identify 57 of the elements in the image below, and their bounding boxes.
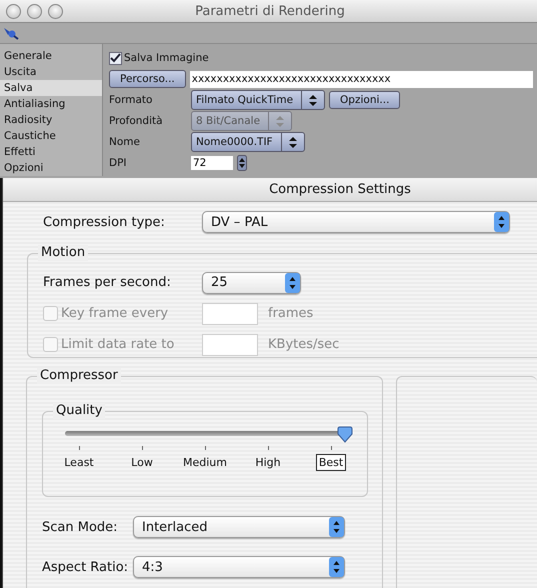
- stepper-icon[interactable]: [237, 155, 247, 171]
- slider-thumb[interactable]: [336, 426, 354, 444]
- tick-label: High: [254, 455, 282, 471]
- sidebar-item[interactable]: Opzioni: [0, 160, 102, 176]
- window-control-button[interactable]: [6, 4, 21, 18]
- popup-menu[interactable]: Interlaced: [133, 516, 345, 538]
- updown-icon: [494, 212, 509, 232]
- sidebar-item[interactable]: Generale: [0, 48, 102, 64]
- tick-label: Low: [130, 455, 154, 471]
- tick-label: Least: [63, 455, 95, 471]
- input-field[interactable]: [202, 302, 258, 324]
- window-title: Parametri di Rendering: [194, 4, 346, 18]
- window-control-button[interactable]: [48, 4, 63, 18]
- field-label: Profondità: [109, 115, 164, 127]
- options-button[interactable]: Opzioni...: [329, 91, 400, 109]
- unit-label: KBytes/sec: [268, 337, 340, 352]
- popup-menu[interactable]: Nome0000.TIF: [191, 132, 305, 152]
- tick-label: Medium: [182, 455, 228, 471]
- path-field[interactable]: xxxxxxxxxxxxxxxxxxxxxxxxxxxxxxxx: [190, 70, 533, 88]
- checkbox-label: Salva Immagine: [124, 52, 209, 64]
- sidebar-item[interactable]: Uscita: [0, 64, 102, 80]
- checkbox[interactable]: [109, 52, 122, 64]
- unit-label: frames: [268, 306, 314, 321]
- dpi-field[interactable]: 72: [191, 156, 233, 170]
- sidebar-item[interactable]: Salva: [0, 80, 102, 96]
- fps-popup[interactable]: 25: [202, 272, 301, 294]
- group-title: Quality: [53, 403, 106, 419]
- group-title: Compressor: [37, 368, 121, 384]
- sidebar-item[interactable]: Radiosity: [0, 112, 102, 128]
- popup-label: Aspect Ratio:: [42, 560, 130, 574]
- popup-menu[interactable]: Filmato QuickTime: [191, 90, 326, 110]
- dialog-title: Compression Settings: [3, 178, 537, 202]
- updown-icon: [285, 272, 300, 292]
- sidebar-item[interactable]: Caustiche: [0, 128, 102, 144]
- sidebar-item[interactable]: Effetti: [0, 144, 102, 160]
- field-label: DPI: [109, 157, 128, 169]
- sidebar-item[interactable]: Antialiasing: [0, 96, 102, 112]
- checkbox-label: Limit data rate to: [61, 337, 174, 352]
- updown-icon: [276, 116, 284, 126]
- checkbox-label: Key frame every: [61, 306, 168, 321]
- popup-menu[interactable]: 4:3: [133, 556, 345, 578]
- input-field[interactable]: [202, 334, 258, 356]
- pin-icon[interactable]: [3, 26, 19, 40]
- field-label: Nome: [109, 136, 141, 148]
- updown-icon: [329, 557, 344, 577]
- compression-type-label: Compression type:: [43, 214, 166, 230]
- group-title: Motion: [38, 245, 88, 261]
- tick-label: Best: [316, 454, 346, 471]
- compression-type-popup[interactable]: DV – PAL: [202, 211, 510, 233]
- field-label: Formato: [109, 94, 154, 106]
- popup-label: Scan Mode:: [42, 520, 119, 534]
- fps-label: Frames per second:: [43, 275, 172, 290]
- updown-icon: [288, 136, 297, 148]
- path-button[interactable]: Percorso...: [109, 70, 186, 88]
- updown-icon: [329, 517, 344, 537]
- updown-icon: [309, 94, 318, 106]
- window-control-button[interactable]: [27, 4, 42, 18]
